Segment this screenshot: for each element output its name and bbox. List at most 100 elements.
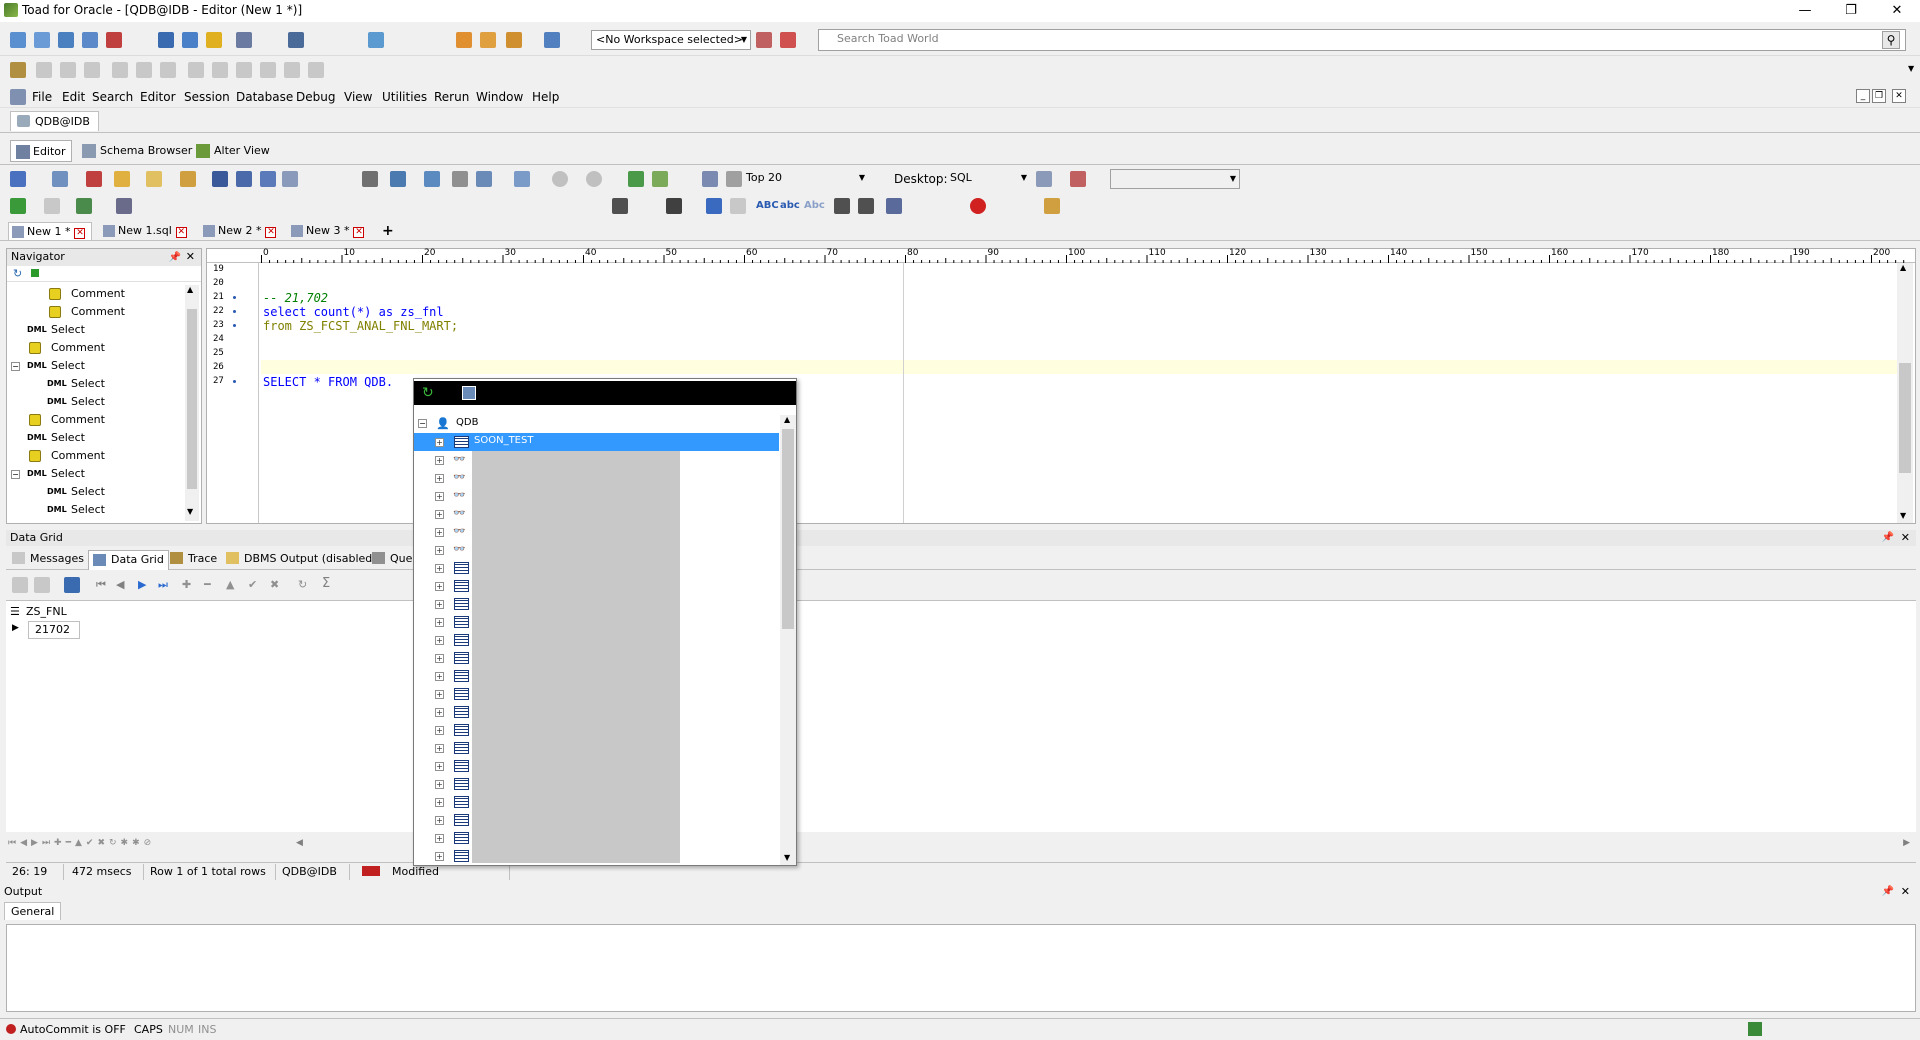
navigator-item[interactable]: Comment (7, 447, 185, 465)
sum-icon[interactable]: Σ (322, 576, 330, 591)
window-icon[interactable] (158, 32, 174, 48)
tab-query-viewer[interactable]: Que (370, 552, 412, 565)
replace-icon[interactable] (212, 62, 228, 78)
binoculars-icon[interactable] (666, 198, 682, 214)
scroll-up-icon[interactable]: ▲ (784, 415, 790, 424)
workspace-delete-icon[interactable] (780, 32, 796, 48)
expand-icon[interactable]: + (435, 528, 444, 537)
grid-column-header[interactable]: ☰ ZS_FNL (6, 603, 67, 621)
menu-database[interactable]: Database (236, 90, 293, 104)
execute-snippet-icon[interactable] (76, 198, 92, 214)
desktop-delete-icon[interactable] (1070, 171, 1086, 187)
save-copy-icon[interactable] (282, 171, 298, 187)
close-icon[interactable]: ✕ (1901, 530, 1910, 546)
cancel-record-icon[interactable]: ✖ (270, 578, 279, 591)
collapse-icon[interactable]: − (11, 470, 20, 479)
code-line[interactable]: select count(*) as zs_fnl (263, 305, 444, 319)
find-icon[interactable] (188, 62, 204, 78)
prior-record-icon[interactable]: ◀ (116, 578, 124, 591)
sql-recall-icon[interactable] (452, 171, 468, 187)
connect-icon[interactable] (10, 62, 26, 78)
tab-schema-browser[interactable]: Schema Browser (78, 140, 192, 162)
navigator-item[interactable]: DML Select (7, 483, 185, 501)
forward-icon[interactable] (586, 171, 602, 187)
empty-select[interactable]: ▼ (1110, 169, 1240, 189)
top-rows-select[interactable]: Top 20 ▼ (742, 169, 868, 189)
menu-debug[interactable]: Debug (296, 90, 335, 104)
navigator-item[interactable]: Comment (7, 285, 185, 303)
print-icon[interactable] (362, 171, 378, 187)
team2-icon[interactable] (544, 32, 560, 48)
insight-row-selected[interactable]: + SOON_TEST (414, 433, 779, 451)
rows-icon[interactable] (702, 171, 718, 187)
window2-icon[interactable] (182, 32, 198, 48)
close-button[interactable]: ✕ (1874, 0, 1920, 22)
lowercase-icon[interactable]: abc (780, 200, 800, 211)
tab-editor[interactable]: Editor (10, 140, 72, 162)
lock2-icon[interactable] (480, 32, 496, 48)
compare-icon[interactable] (368, 32, 384, 48)
mdi-close-button[interactable]: ✕ (1892, 89, 1906, 103)
close-icon[interactable]: ✕ (186, 249, 195, 265)
describe-icon[interactable] (424, 171, 440, 187)
expand-icon[interactable]: + (435, 654, 444, 663)
redo-icon[interactable] (730, 198, 746, 214)
search-icon[interactable]: ⚲ (1882, 31, 1900, 49)
grid-export-icon[interactable] (34, 577, 50, 593)
expand-icon[interactable]: + (435, 438, 444, 447)
menu-editor[interactable]: Editor (140, 90, 176, 104)
tools-icon[interactable] (236, 32, 252, 48)
menu-search[interactable]: Search (92, 90, 133, 104)
new-editor-icon[interactable] (52, 171, 68, 187)
output-tab-general[interactable]: General (4, 902, 62, 920)
scroll-down-icon[interactable]: ▼ (784, 853, 790, 862)
tab-trace[interactable]: Trace (168, 552, 217, 565)
filter-icon[interactable] (31, 269, 39, 277)
outdent-icon[interactable] (858, 198, 874, 214)
navigator-item[interactable]: − DML Select (7, 357, 185, 375)
navigator-scrollbar[interactable]: ▲ ▼ (185, 285, 199, 521)
new-file-icon[interactable] (10, 32, 26, 48)
refresh-icon[interactable]: ↻ (422, 385, 434, 401)
undo-icon[interactable] (706, 198, 722, 214)
code-line[interactable]: from ZS_FCST_ANAL_FNL_MART; (263, 319, 458, 333)
expand-icon[interactable]: + (435, 546, 444, 555)
edit-record-icon[interactable]: ▲ (226, 578, 234, 591)
autocommit-status[interactable]: AutoCommit is OFF (20, 1023, 126, 1036)
expand-icon[interactable]: + (435, 672, 444, 681)
debug-icon[interactable] (106, 32, 122, 48)
save-icon[interactable] (212, 171, 228, 187)
expand-icon[interactable]: + (435, 744, 444, 753)
disconnect-icon[interactable] (36, 62, 52, 78)
cut-icon[interactable] (112, 62, 128, 78)
rollback-icon[interactable] (84, 62, 100, 78)
workspace-select[interactable]: <No Workspace selected> ▼ (591, 30, 751, 50)
export-icon[interactable] (260, 62, 276, 78)
grid-save-icon[interactable] (12, 577, 28, 593)
menu-file[interactable]: File (32, 90, 52, 104)
doc-tab-new2[interactable]: New 2 * ✕ (200, 222, 277, 240)
save-all-icon[interactable] (260, 171, 276, 187)
popup-scrollbar[interactable]: ▲ ▼ (780, 415, 796, 865)
format-code-icon[interactable] (886, 198, 902, 214)
expand-icon[interactable]: + (435, 762, 444, 771)
lock-icon[interactable] (456, 32, 472, 48)
close-editor-icon[interactable] (86, 171, 102, 187)
code-line[interactable]: -- 21,702 (263, 291, 328, 305)
code-line[interactable]: SELECT * FROM QDB. (263, 375, 393, 389)
expand-icon[interactable]: + (435, 852, 444, 861)
scroll-thumb[interactable] (782, 429, 794, 629)
mdi-restore-button[interactable]: ❐ (1872, 89, 1886, 103)
scroll-up-icon[interactable]: ▲ (1900, 263, 1906, 272)
expand-icon[interactable]: + (435, 780, 444, 789)
commit-icon[interactable] (60, 62, 76, 78)
grid-hscrollbar[interactable]: ⏮◀▶⏭✚━▲✔✖↻✱✱⊘ ◀ ▶ (6, 836, 1916, 852)
expand-icon[interactable]: + (435, 564, 444, 573)
close-icon[interactable]: ✕ (1901, 884, 1910, 900)
expand-icon[interactable]: + (435, 492, 444, 501)
menu-view[interactable]: View (344, 90, 372, 104)
menu-rerun[interactable]: Rerun (434, 90, 469, 104)
restore-button[interactable]: ❐ (1828, 0, 1874, 22)
options-icon[interactable] (308, 62, 324, 78)
execute-plan-icon[interactable] (116, 198, 132, 214)
